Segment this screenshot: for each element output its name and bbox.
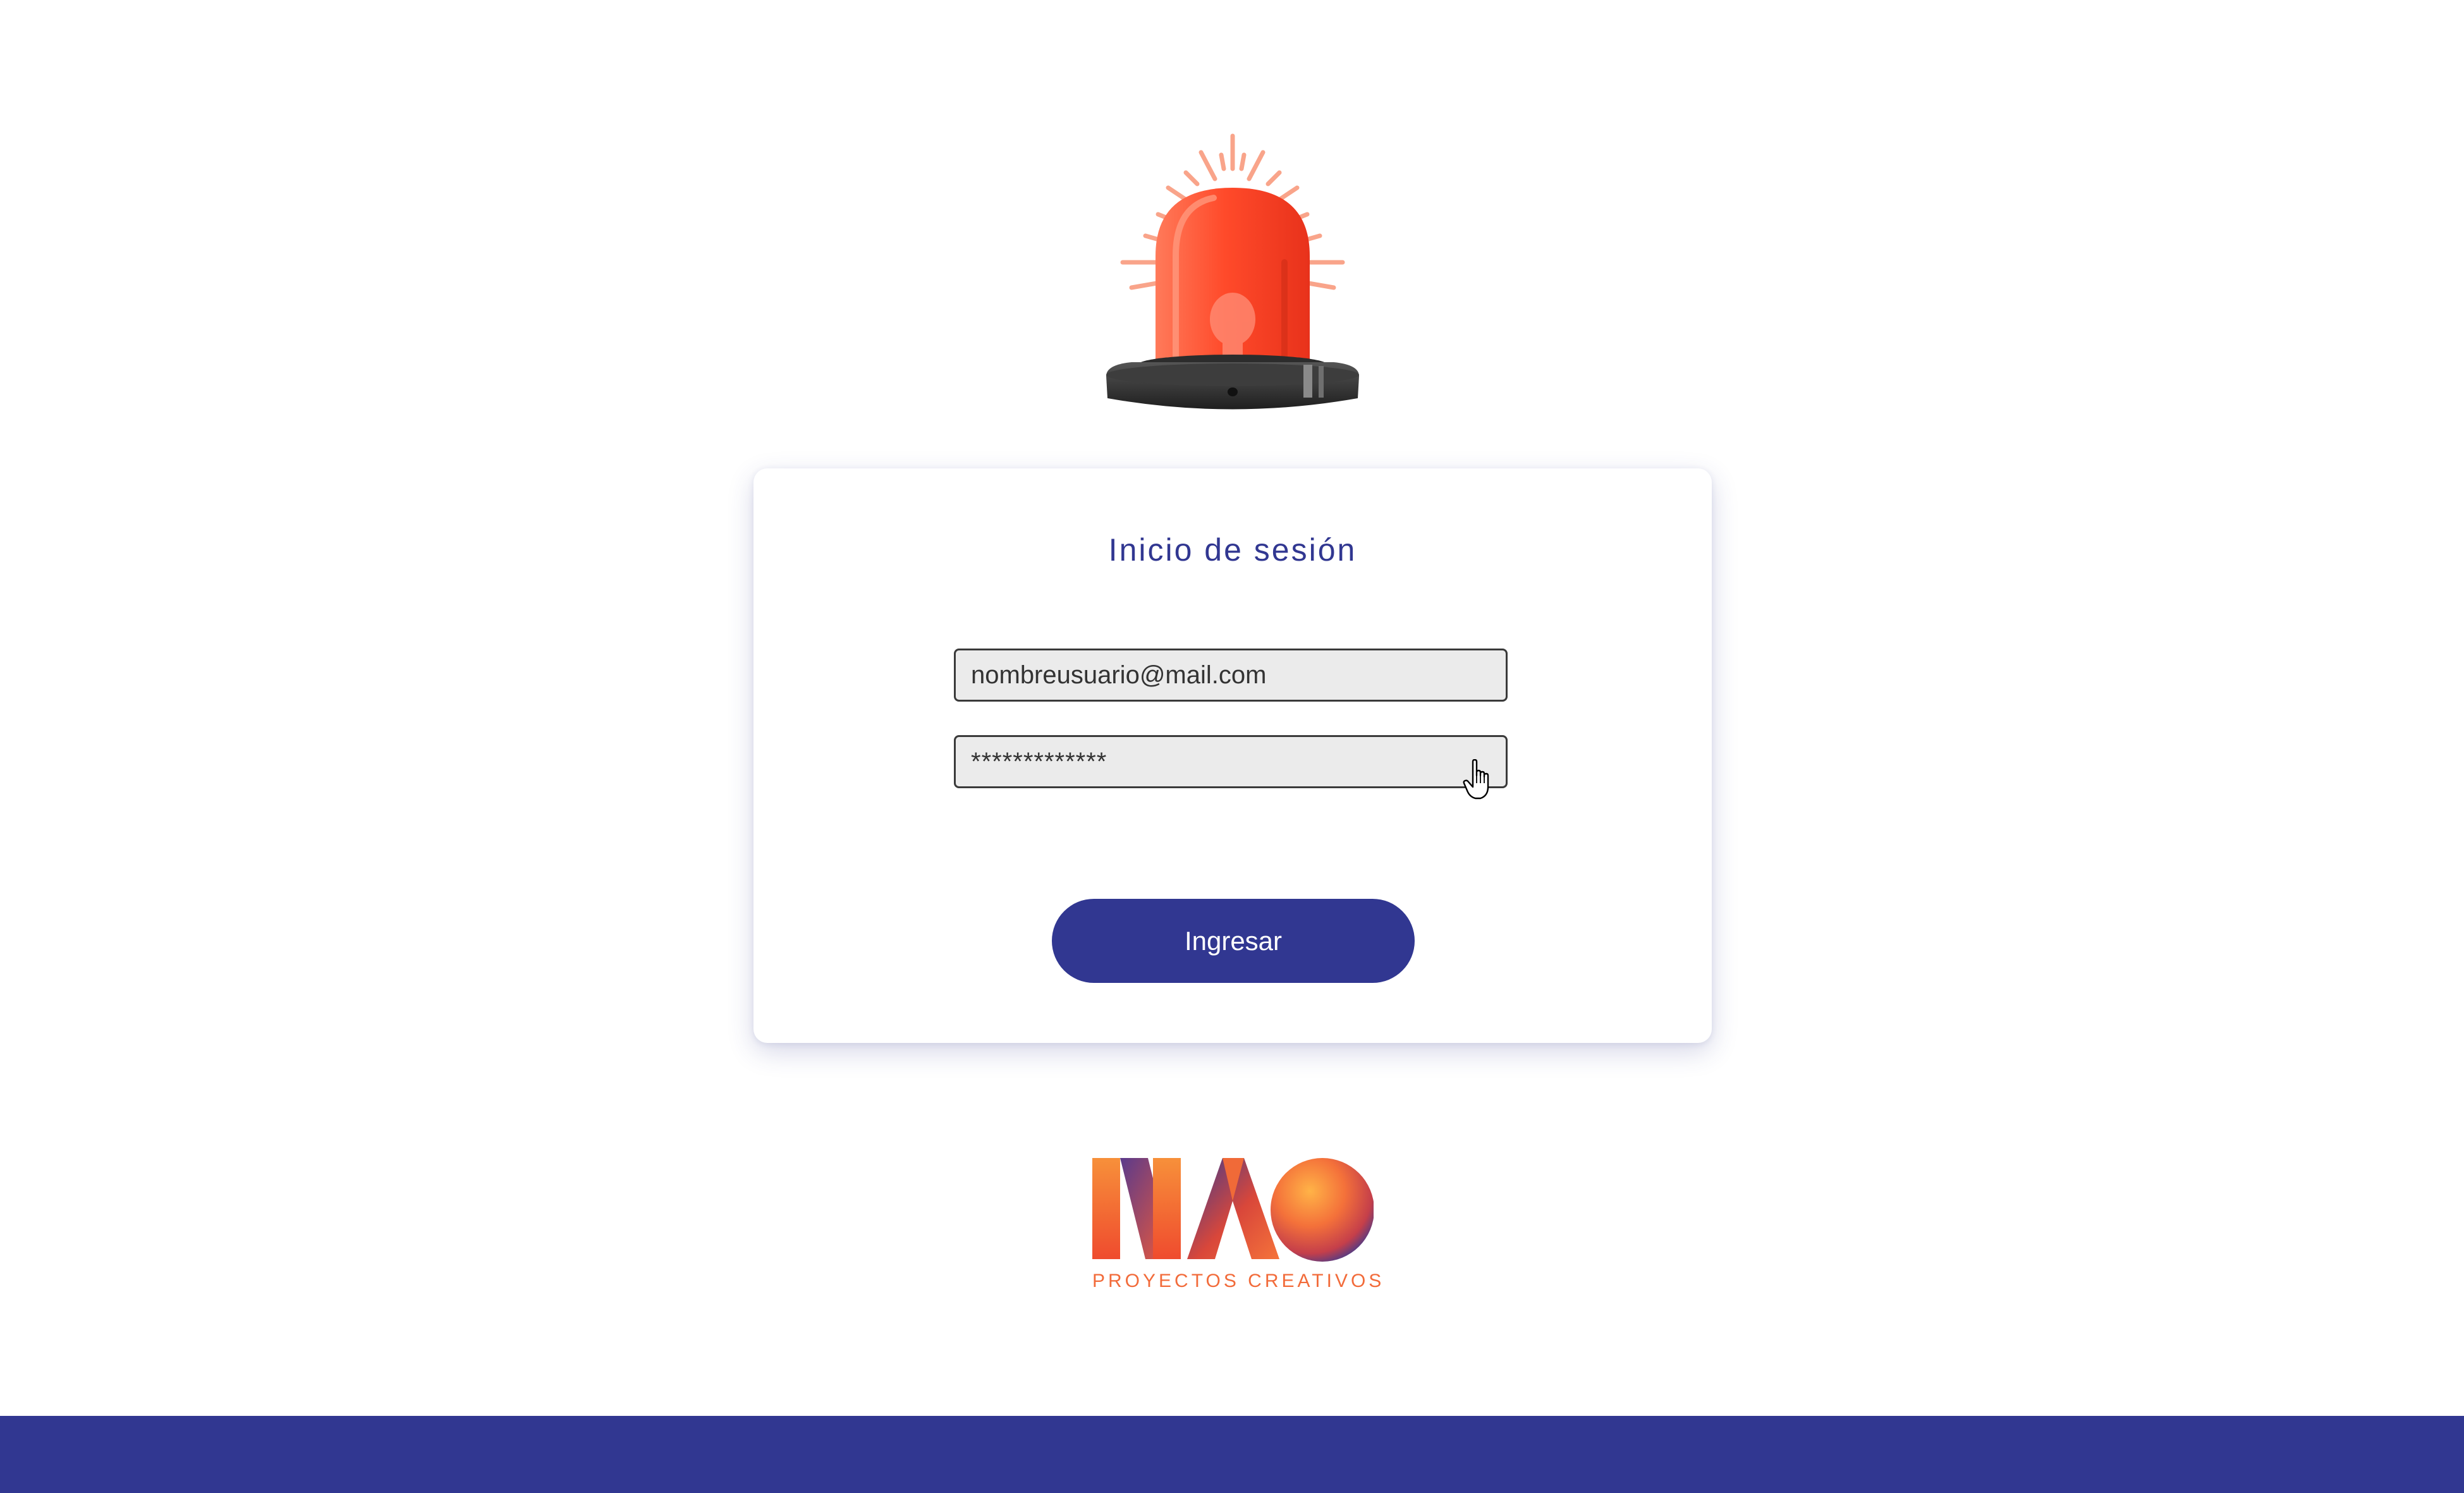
brand-logo-mark	[1092, 1158, 1374, 1262]
footer-bar	[0, 1416, 2464, 1493]
email-field[interactable]	[954, 649, 1508, 702]
password-field[interactable]	[954, 735, 1508, 788]
brand-tagline: PROYECTOS CREATIVOS	[1092, 1271, 1385, 1291]
login-title: Inicio de sesión	[1108, 532, 1357, 568]
hand-pointer-cursor-icon	[1463, 759, 1496, 801]
login-card: Inicio de sesión Ingresar	[753, 468, 1712, 1043]
siren-alarm-icon	[1100, 130, 1365, 414]
login-submit-button[interactable]: Ingresar	[1052, 899, 1415, 983]
brand-logo: NAO	[1092, 1157, 1385, 1296]
